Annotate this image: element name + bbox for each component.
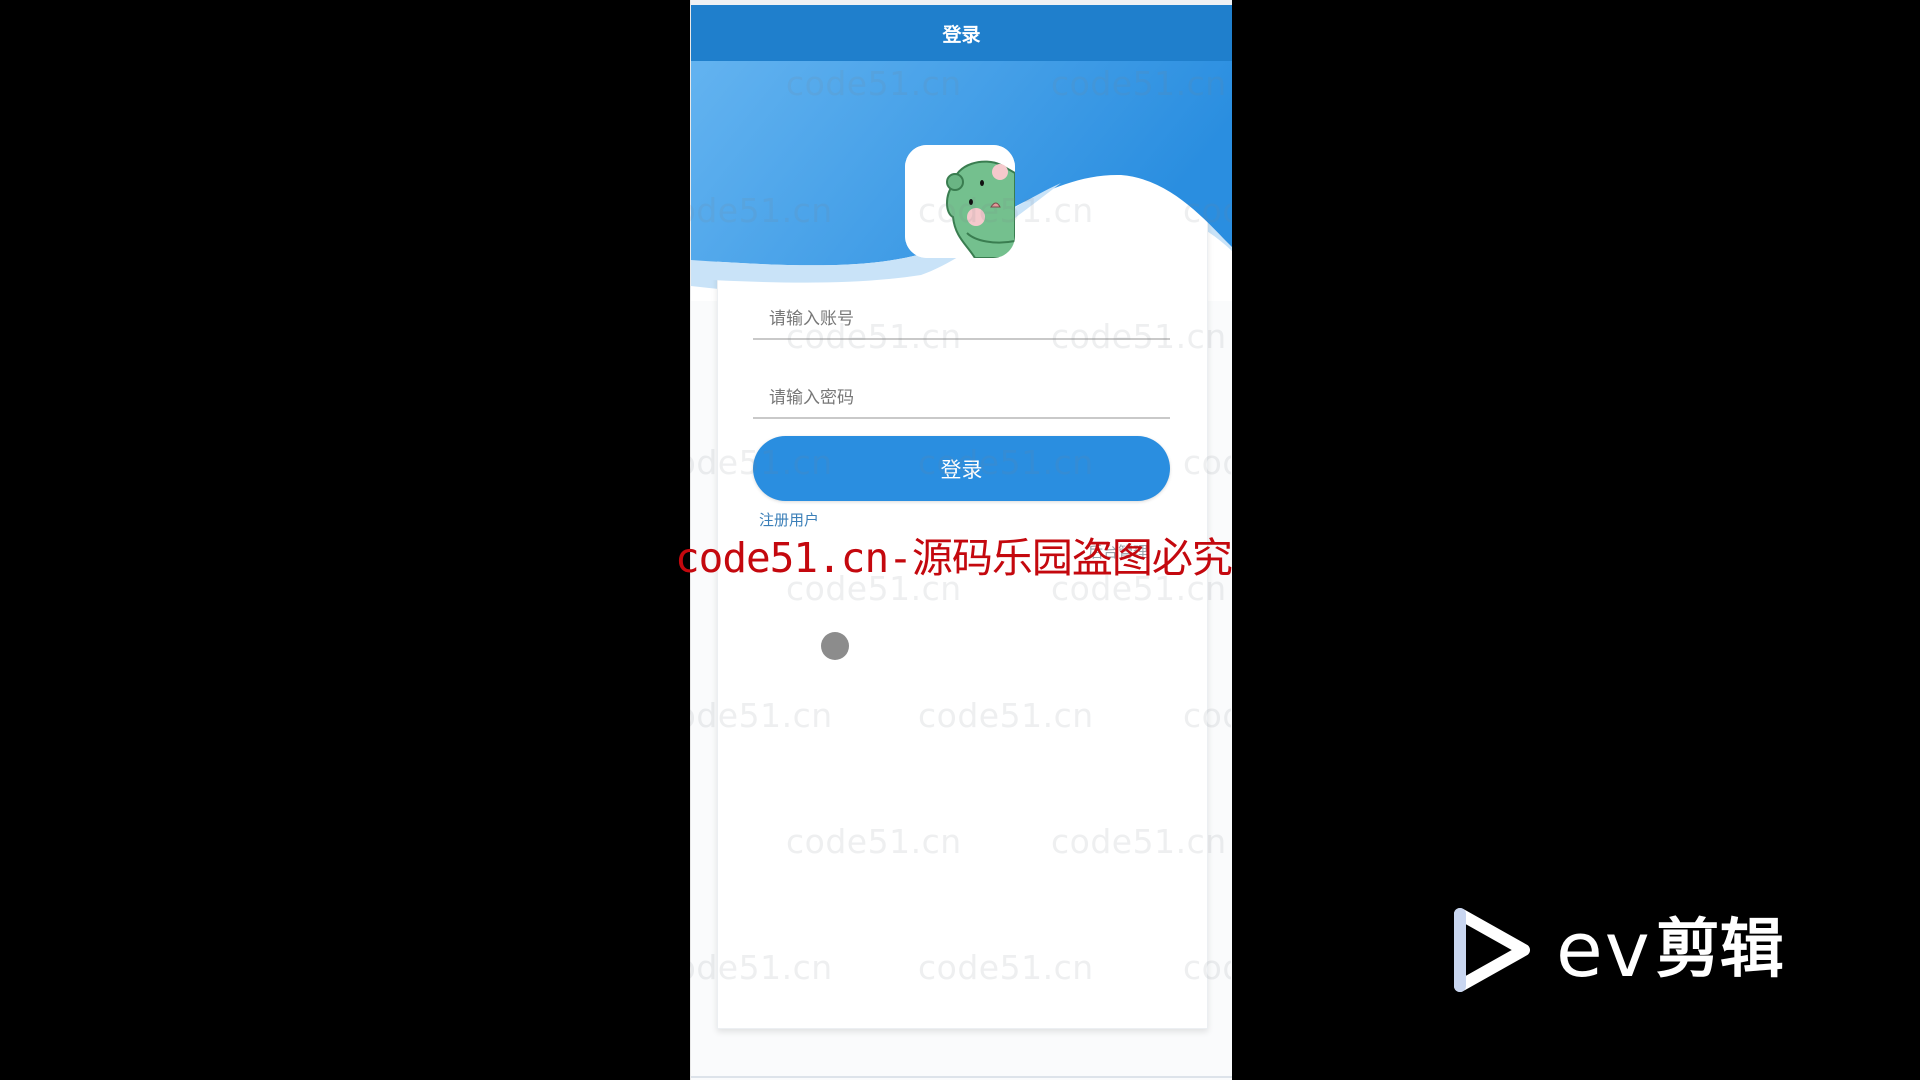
login-button[interactable]: 登录 — [753, 436, 1170, 501]
touch-cursor-indicator — [821, 632, 849, 660]
register-link[interactable]: 注册用户 — [759, 509, 819, 530]
page-title: 登录 — [942, 23, 981, 46]
nav-bar: 登录 — [691, 5, 1232, 61]
dinosaur-mascot-icon — [905, 145, 1015, 258]
admin-login-link[interactable]: 后台管理 — [1088, 541, 1148, 562]
bottom-divider — [691, 1076, 1232, 1078]
ev-logo-text: ev — [1556, 905, 1652, 994]
play-triangle-icon — [1454, 908, 1530, 992]
ev-logo-cn-text: 剪辑 — [1655, 913, 1784, 987]
account-input[interactable] — [753, 300, 1170, 340]
app-logo-avatar — [905, 145, 1015, 258]
ev-editor-logo: ev 剪辑 — [1450, 905, 1784, 995]
password-input[interactable] — [753, 379, 1170, 419]
